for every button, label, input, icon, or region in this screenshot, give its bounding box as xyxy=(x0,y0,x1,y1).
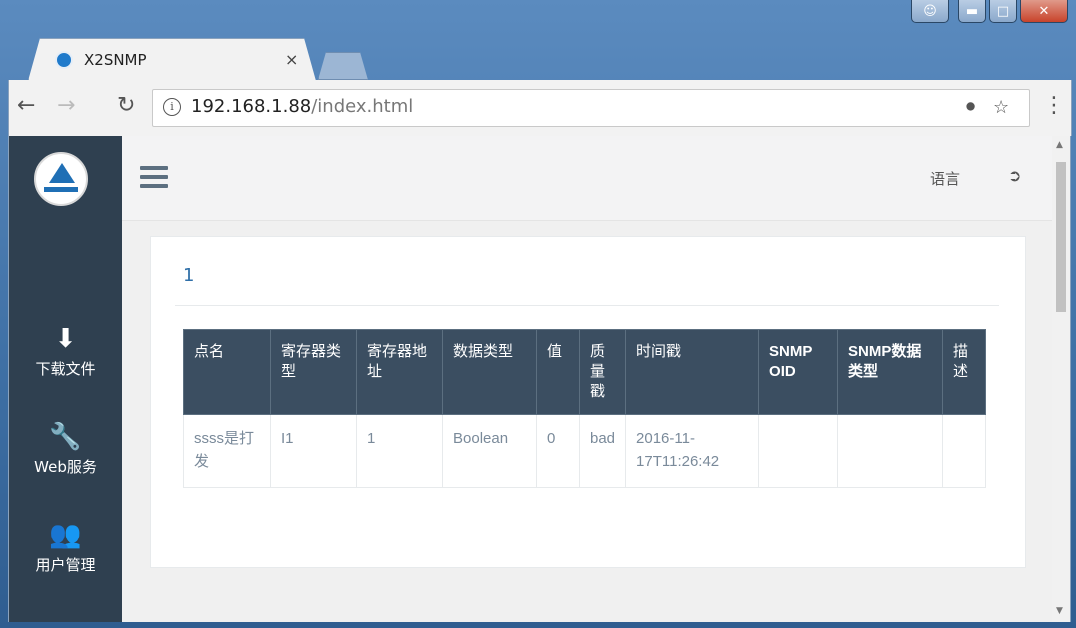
browser-tab[interactable]: X2SNMP × xyxy=(28,38,316,81)
table-cell: 0 xyxy=(536,414,580,488)
sidebar-item-web-service[interactable]: 🔧 Web服务 xyxy=(9,422,122,477)
table-cell: 2016-11-17T11:26:42 xyxy=(625,414,760,488)
back-icon[interactable]: ← xyxy=(17,94,35,118)
sidebar-item-label: Web服务 xyxy=(34,458,97,476)
column-header: SNMP OID xyxy=(758,329,839,415)
logout-icon[interactable]: ➲ xyxy=(1008,166,1021,185)
tab-title: X2SNMP xyxy=(84,51,147,69)
sidebar-item-label: 下载文件 xyxy=(35,360,96,378)
users-icon: 👥 xyxy=(49,520,82,550)
page-viewport: ⬇ 下载文件 🔧 Web服务 👥 用户管理 语言 ➲ 1 点名 寄存器类型 寄存… xyxy=(8,136,1053,622)
data-table: 点名 寄存器类型 寄存器地址 数据类型 值 质量戳 时间戳 SNMP OID S… xyxy=(183,329,987,488)
close-window-button[interactable]: ✕ xyxy=(1020,0,1068,23)
content-panel: 1 点名 寄存器类型 寄存器地址 数据类型 值 质量戳 时间戳 SNMP OID… xyxy=(150,236,1026,568)
vertical-scrollbar[interactable]: ▲ ▼ xyxy=(1052,136,1071,622)
table-cell xyxy=(837,414,944,488)
table-cell: bad xyxy=(578,414,627,488)
column-header: 时间戳 xyxy=(625,329,760,415)
new-tab-button[interactable] xyxy=(318,52,368,80)
info-icon[interactable]: i xyxy=(163,98,181,116)
column-header: 描述 xyxy=(942,329,987,415)
table-row[interactable]: ssss是打发 I1 1 Boolean 0 bad 2016-11-17T11… xyxy=(183,414,987,488)
column-header: 数据类型 xyxy=(442,329,537,415)
table-header-row: 点名 寄存器类型 寄存器地址 数据类型 值 质量戳 时间戳 SNMP OID S… xyxy=(183,329,987,415)
tab-favicon-icon xyxy=(55,51,73,69)
minimize-button[interactable]: ▬ xyxy=(958,0,986,23)
browser-toolbar: ← → ↻ i 192.168.1.88/index.html ⚫ ☆ ⋮ xyxy=(8,80,1072,136)
table-cell: I1 xyxy=(270,414,357,488)
sidebar-item-download[interactable]: ⬇ 下载文件 xyxy=(9,324,122,379)
maximize-button[interactable]: □ xyxy=(989,0,1017,23)
language-menu[interactable]: 语言 xyxy=(930,168,960,189)
url-text: 192.168.1.88/index.html xyxy=(191,96,414,117)
address-bar[interactable]: i 192.168.1.88/index.html ⚫ ☆ xyxy=(152,89,1030,127)
sidebar-item-label: 用户管理 xyxy=(35,556,96,574)
bookmark-star-icon[interactable]: ☆ xyxy=(993,97,1009,118)
user-profile-icon[interactable]: ☺ xyxy=(911,0,949,23)
pin-icon[interactable]: ⚫ xyxy=(963,97,978,118)
column-header: 寄存器地址 xyxy=(356,329,443,415)
table-cell: 1 xyxy=(356,414,443,488)
tab-close-icon[interactable]: × xyxy=(285,50,298,69)
hamburger-menu-icon[interactable] xyxy=(140,166,168,188)
download-icon: ⬇ xyxy=(54,324,77,354)
forward-icon[interactable]: → xyxy=(57,94,75,118)
column-header: 寄存器类型 xyxy=(270,329,357,415)
browser-menu-icon[interactable]: ⋮ xyxy=(1043,94,1065,118)
reload-icon[interactable]: ↻ xyxy=(117,94,135,118)
sidebar-item-user-management[interactable]: 👥 用户管理 xyxy=(9,520,122,575)
logo xyxy=(34,152,88,206)
table-cell: ssss是打发 xyxy=(183,414,271,488)
scroll-down-icon[interactable]: ▼ xyxy=(1056,606,1063,616)
scroll-thumb[interactable] xyxy=(1056,162,1066,312)
scroll-up-icon[interactable]: ▲ xyxy=(1056,140,1063,150)
panel-title: 1 xyxy=(183,265,195,286)
table-cell: Boolean xyxy=(442,414,537,488)
wrench-icon: 🔧 xyxy=(49,422,82,452)
column-header: 值 xyxy=(536,329,580,415)
sidebar: ⬇ 下载文件 🔧 Web服务 👥 用户管理 xyxy=(9,136,122,622)
column-header: 点名 xyxy=(183,329,271,415)
top-navbar: 语言 ➲ xyxy=(122,136,1053,221)
browser-window: ☺ ▬ □ ✕ X2SNMP × ← → ↻ i 192.168.1.88/in… xyxy=(0,0,1076,628)
window-controls: ☺ ▬ □ ✕ xyxy=(911,0,1068,23)
table-cell xyxy=(758,414,839,488)
column-header: 质量戳 xyxy=(578,329,627,415)
divider xyxy=(175,305,999,306)
table-cell xyxy=(942,414,987,488)
column-header: SNMP数据类型 xyxy=(837,329,944,415)
